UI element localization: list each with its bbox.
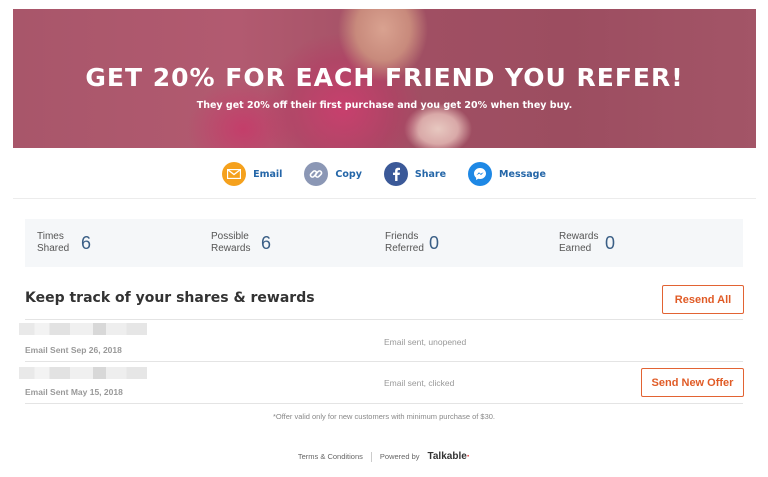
stat-label: Rewards Earned [559,231,599,254]
divider [25,361,743,362]
hero-banner: GET 20% FOR EACH FRIEND YOU REFER! They … [13,9,756,148]
terms-link[interactable]: Terms & Conditions [298,452,363,461]
stat-friends-referred: Friends Referred 0 [373,219,547,267]
stat-possible-rewards: Possible Rewards 6 [199,219,373,267]
email-sent-date: Email Sent Sep 26, 2018 [25,345,122,355]
share-messenger-button[interactable]: Message [468,160,546,188]
redacted-email [19,323,147,335]
stat-value: 0 [429,232,440,253]
email-sent-date: Email Sent May 15, 2018 [25,387,123,397]
share-facebook-button[interactable]: Share [383,160,447,188]
talkable-logo[interactable]: Talkable· [428,451,471,462]
brand-dot-icon: · [466,451,471,462]
email-status: Email sent, unopened [384,337,467,347]
share-email-button[interactable]: Email [222,160,282,188]
hero-subtitle: They get 20% off their first purchase an… [196,100,573,111]
offer-disclaimer: *Offer valid only for new customers with… [272,412,496,421]
share-copy-button[interactable]: Copy [304,160,362,188]
stat-value: 0 [605,232,616,253]
facebook-icon [383,162,408,186]
messenger-icon [468,162,493,186]
stats-panel: Times Shared 6 Possible Rewards 6 Friend… [25,219,743,267]
send-new-offer-button[interactable]: Send New Offer [641,368,744,397]
resend-all-button[interactable]: Resend All [662,285,744,314]
footer-separator [370,451,372,462]
stat-rewards-earned: Rewards Earned 0 [547,219,721,267]
track-title: Keep track of your shares & rewards [25,290,315,306]
share-facebook-label: Share [414,168,447,180]
footer: Terms & Conditions Powered by Talkable· [0,451,768,462]
redacted-email [19,367,147,379]
share-messenger-label: Message [499,168,546,180]
powered-by-text: Powered by [379,452,420,461]
divider [25,403,743,404]
divider [25,319,743,320]
divider [13,198,756,199]
stat-label: Times Shared [37,231,70,254]
envelope-icon [222,162,247,186]
hero-title: GET 20% FOR EACH FRIEND YOU REFER! [85,63,684,92]
share-options: Email Copy Share Message [0,160,768,188]
stat-value: 6 [261,232,272,253]
link-icon [304,162,329,186]
brand-name: Talkable [427,451,467,462]
stat-label: Friends Referred [385,231,424,254]
share-email-label: Email [253,168,283,180]
stat-times-shared: Times Shared 6 [25,219,199,267]
email-status: Email sent, clicked [384,378,455,388]
share-copy-label: Copy [335,168,362,180]
stat-value: 6 [81,232,92,253]
stat-label: Possible Rewards [211,231,251,254]
